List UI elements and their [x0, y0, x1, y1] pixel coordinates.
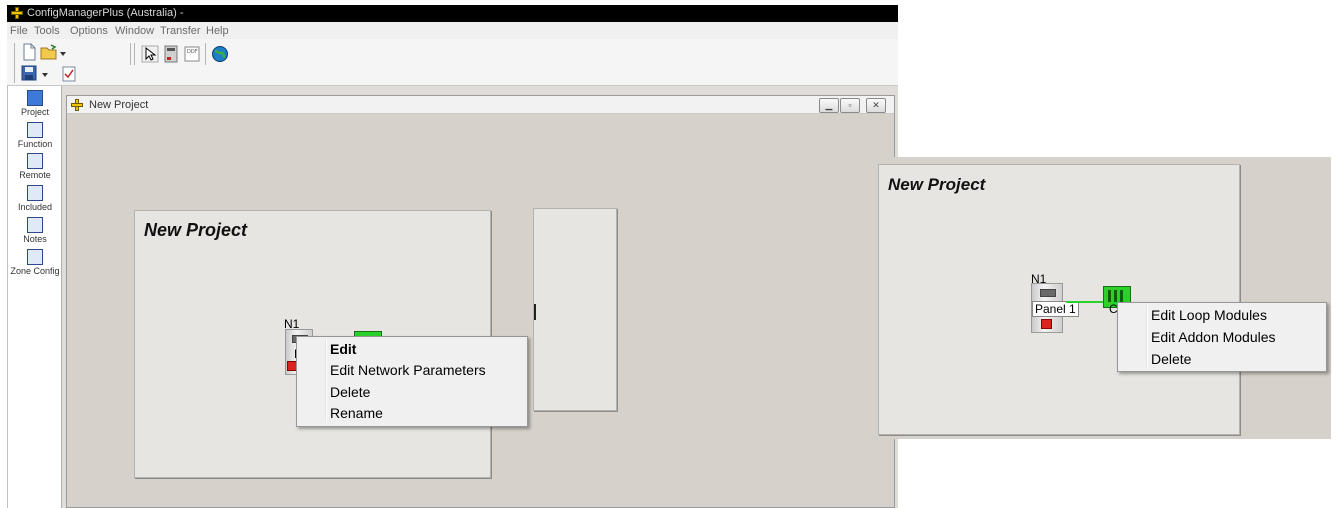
- sidebar-item-label: Zone Config: [10, 266, 60, 276]
- menu-item-edit-loop-modules[interactable]: Edit Loop Modules: [1151, 307, 1267, 323]
- sidebar-item-remote[interactable]: Remote: [8, 153, 62, 183]
- loop-connection-line: [1066, 301, 1103, 303]
- panel-label: Panel 1: [1032, 301, 1079, 317]
- canvas-cursor: [534, 304, 536, 320]
- sidebar-item-zone-config[interactable]: Zone Config: [8, 249, 62, 279]
- context-menu-loop: Edit Loop Modules Edit Addon Modules Del…: [1117, 302, 1327, 372]
- close-button[interactable]: ✕: [866, 98, 886, 113]
- project-canvas-zoomed[interactable]: New Project N1 Panel 1 C: [878, 164, 1240, 435]
- toolbar-grip: [14, 43, 15, 83]
- remote-icon: [27, 153, 43, 169]
- menu-tools[interactable]: Tools: [34, 25, 60, 37]
- menu-window[interactable]: Window: [115, 25, 154, 37]
- sidebar-item-label: Project: [20, 107, 49, 117]
- open-folder-icon[interactable]: [40, 43, 58, 61]
- menu-item-edit-network-parameters[interactable]: Edit Network Parameters: [330, 362, 486, 378]
- menu-options[interactable]: Options: [70, 25, 108, 37]
- svg-text:DDF: DDF: [187, 49, 198, 55]
- dropdown-arrow-icon[interactable]: [58, 44, 68, 62]
- project-window-icon: [71, 99, 83, 111]
- child-window-titlebar: New Project ▁ ▫ ✕: [67, 96, 894, 114]
- included-icon: [27, 185, 43, 201]
- menu-help[interactable]: Help: [206, 25, 229, 37]
- app-logo-icon: [11, 7, 23, 19]
- menu-bar: File Tools Options Window Transfer Help: [7, 22, 898, 39]
- app-title: ConfigManagerPlus (Australia) -: [27, 7, 184, 19]
- globe-icon[interactable]: [211, 45, 229, 63]
- context-menu-panel: Edit Edit Network Parameters Delete Rena…: [296, 336, 528, 427]
- menu-file[interactable]: File: [10, 25, 28, 37]
- sidebar-item-notes[interactable]: Notes: [8, 217, 62, 247]
- new-file-icon[interactable]: [20, 43, 38, 61]
- pointer-tool-icon[interactable]: [141, 45, 159, 63]
- app-titlebar: ConfigManagerPlus (Australia) -: [7, 5, 898, 22]
- sidebar: Project Function Remote Included Notes Z…: [7, 86, 62, 508]
- project-child-window: New Project ▁ ▫ ✕ New Project N1 P: [66, 95, 895, 508]
- toolbar: DDF: [7, 39, 898, 86]
- menu-item-delete[interactable]: Delete: [1151, 351, 1191, 367]
- toolbar-separator: [134, 43, 135, 65]
- menu-item-delete[interactable]: Delete: [330, 384, 370, 400]
- minimize-button[interactable]: ▁: [819, 98, 839, 113]
- sidebar-item-function[interactable]: Function: [8, 122, 62, 152]
- sidebar-item-label: Function: [17, 139, 53, 149]
- sidebar-item-included[interactable]: Included: [8, 185, 62, 215]
- panel-tool-icon[interactable]: [162, 45, 180, 63]
- dropdown-arrow-icon[interactable]: [40, 65, 50, 83]
- canvas-title: New Project: [144, 220, 248, 240]
- zone-config-icon: [27, 249, 43, 265]
- canvas-title: New Project: [888, 175, 986, 194]
- sidebar-item-project[interactable]: Project: [8, 90, 62, 120]
- checklist-icon[interactable]: [60, 65, 78, 83]
- menu-item-edit-addon-modules[interactable]: Edit Addon Modules: [1151, 329, 1276, 345]
- menu-item-rename[interactable]: Rename: [330, 405, 383, 421]
- project-icon: [27, 90, 43, 106]
- project-canvas-partial: [533, 208, 617, 411]
- notes-icon: [27, 217, 43, 233]
- sidebar-item-label: Notes: [23, 234, 47, 244]
- toolbar-separator: [130, 43, 131, 65]
- menu-item-edit[interactable]: Edit: [330, 341, 356, 357]
- restore-button[interactable]: ▫: [840, 98, 860, 113]
- save-icon[interactable]: [20, 64, 38, 82]
- sidebar-item-label: Remote: [19, 170, 51, 180]
- sidebar-item-label: Included: [17, 202, 53, 212]
- pdf-export-icon[interactable]: DDF: [183, 45, 201, 63]
- menu-transfer[interactable]: Transfer: [160, 25, 201, 37]
- function-icon: [27, 122, 43, 138]
- child-window-title: New Project: [89, 99, 149, 111]
- toolbar-separator: [205, 43, 206, 65]
